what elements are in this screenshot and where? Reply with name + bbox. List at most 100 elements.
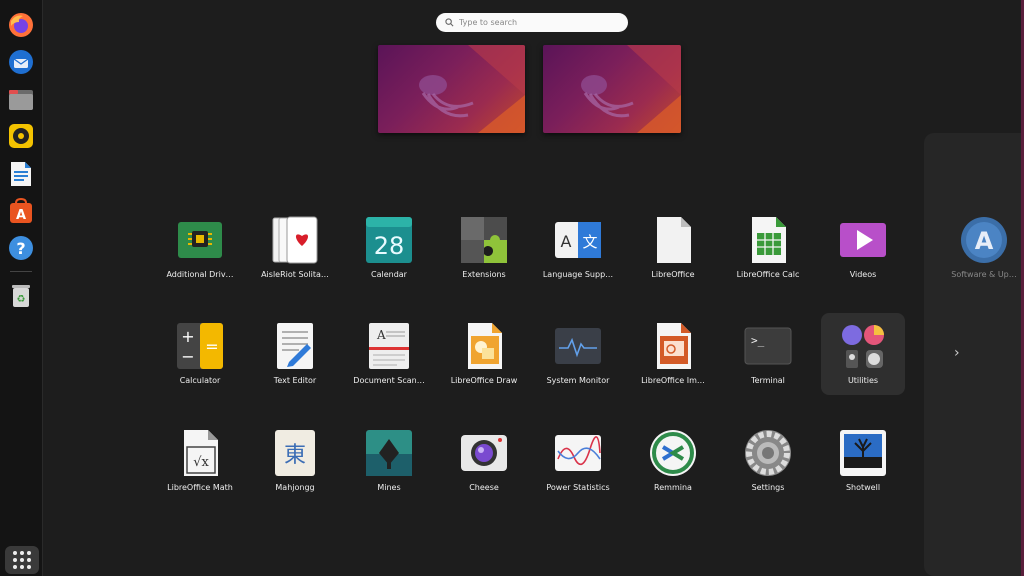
app-label: LibreOffice xyxy=(651,270,695,279)
play-icon xyxy=(839,216,887,264)
dock-separator xyxy=(10,271,32,272)
app-power-statistics[interactable]: Power Statistics xyxy=(536,420,620,502)
scanner-icon: A xyxy=(365,322,413,370)
app-label: Remmina xyxy=(654,483,692,492)
puzzle-icon xyxy=(460,216,508,264)
app-label: Calculator xyxy=(179,376,221,385)
app-label: LibreOffice Math xyxy=(167,483,233,492)
next-page-panel[interactable] xyxy=(924,133,1024,576)
math-icon: √x xyxy=(176,429,224,477)
app-mahjongg[interactable]: 東 Mahjongg xyxy=(253,420,337,502)
chevron-right-icon[interactable]: › xyxy=(954,345,960,361)
app-label: Extensions xyxy=(462,270,506,279)
app-label: Mahjongg xyxy=(275,483,315,492)
system-monitor-icon xyxy=(554,322,602,370)
svg-text:>_: >_ xyxy=(751,334,765,347)
app-label: Language Supp… xyxy=(542,270,614,279)
app-calendar[interactable]: 28 Calendar xyxy=(347,207,431,289)
calendar-icon: 28 xyxy=(365,216,413,264)
app-videos[interactable]: Videos xyxy=(821,207,905,289)
app-label: LibreOffice Calc xyxy=(736,270,800,279)
thunderbird-icon[interactable] xyxy=(7,48,35,76)
app-libreoffice-draw[interactable]: LibreOffice Draw xyxy=(442,313,526,395)
chip-icon xyxy=(176,216,224,264)
mines-icon xyxy=(365,429,413,477)
app-label: Utilities xyxy=(847,376,879,385)
svg-text:A: A xyxy=(561,232,572,251)
svg-text:♻: ♻ xyxy=(17,294,26,305)
language-icon: A 文 xyxy=(554,216,602,264)
gear-icon xyxy=(744,429,792,477)
ubuntu-software-icon[interactable]: A xyxy=(7,197,35,225)
calculator-icon: + − = xyxy=(176,322,224,370)
app-software-updates-next-page[interactable]: A Software & Up… xyxy=(942,207,1024,289)
app-document-scanner[interactable]: A Document Scan… xyxy=(347,313,431,395)
app-libreoffice-calc[interactable]: LibreOffice Calc xyxy=(726,207,810,289)
svg-text:東: 東 xyxy=(284,443,306,468)
app-label: Mines xyxy=(377,483,401,492)
svg-text:−: − xyxy=(181,347,194,366)
search-input[interactable] xyxy=(459,18,609,27)
search-bar[interactable] xyxy=(436,13,628,32)
app-label: Videos xyxy=(849,270,877,279)
impress-icon xyxy=(649,322,697,370)
svg-text:?: ? xyxy=(16,239,25,258)
app-remmina[interactable]: Remmina xyxy=(631,420,715,502)
cards-icon xyxy=(271,216,319,264)
app-aisleriot[interactable]: AisleRiot Solita… xyxy=(253,207,337,289)
shotwell-icon xyxy=(839,429,887,477)
app-text-editor[interactable]: Text Editor xyxy=(253,313,337,395)
app-label: LibreOffice Im… xyxy=(641,376,705,385)
app-libreoffice-math[interactable]: √x LibreOffice Math xyxy=(158,420,242,502)
app-cheese[interactable]: Cheese xyxy=(442,420,526,502)
firefox-icon[interactable] xyxy=(7,11,35,39)
camera-icon xyxy=(460,429,508,477)
spreadsheet-icon xyxy=(744,216,792,264)
software-updates-icon: A xyxy=(960,216,1008,264)
app-label: System Monitor xyxy=(546,376,610,385)
app-terminal[interactable]: >_ Terminal xyxy=(726,313,810,395)
app-calculator[interactable]: + − = Calculator xyxy=(158,313,242,395)
libreoffice-writer-icon[interactable] xyxy=(7,160,35,188)
rhythmbox-icon[interactable] xyxy=(7,122,35,150)
svg-text:√x: √x xyxy=(193,455,209,470)
app-libreoffice[interactable]: LibreOffice xyxy=(631,207,715,289)
search-icon xyxy=(445,18,454,27)
app-mines[interactable]: Mines xyxy=(347,420,431,502)
app-label: Text Editor xyxy=(273,376,317,385)
app-system-monitor[interactable]: System Monitor xyxy=(536,313,620,395)
trash-icon[interactable]: ♻ xyxy=(7,281,35,309)
app-label: Software & Up… xyxy=(951,270,1017,279)
svg-text:=: = xyxy=(205,337,218,356)
svg-text:A: A xyxy=(376,328,386,342)
show-applications-button[interactable] xyxy=(5,546,39,574)
draw-icon xyxy=(460,322,508,370)
app-label: Settings xyxy=(751,483,785,492)
mahjongg-icon: 東 xyxy=(271,429,319,477)
app-libreoffice-impress[interactable]: LibreOffice Im… xyxy=(631,313,715,395)
app-shotwell[interactable]: Shotwell xyxy=(821,420,905,502)
app-additional-drivers[interactable]: Additional Driv… xyxy=(158,207,242,289)
app-label: LibreOffice Draw xyxy=(450,376,518,385)
svg-text:A: A xyxy=(16,208,26,223)
terminal-icon: >_ xyxy=(744,322,792,370)
files-icon[interactable] xyxy=(7,85,35,113)
app-label: Shotwell xyxy=(845,483,881,492)
svg-text:文: 文 xyxy=(582,233,597,251)
app-language-support[interactable]: A 文 Language Supp… xyxy=(536,207,620,289)
folder-utilities[interactable]: Utilities xyxy=(821,313,905,395)
folder-icon xyxy=(839,322,887,370)
power-statistics-icon xyxy=(554,429,602,477)
remmina-icon xyxy=(649,429,697,477)
app-label: Power Statistics xyxy=(546,483,610,492)
grid-icon xyxy=(13,551,31,569)
libreoffice-icon xyxy=(649,216,697,264)
text-editor-icon xyxy=(271,322,319,370)
app-label: Terminal xyxy=(751,376,785,385)
app-settings[interactable]: Settings xyxy=(726,420,810,502)
app-label: Cheese xyxy=(469,483,499,492)
workspace-thumbnail-1[interactable] xyxy=(378,45,525,133)
app-extensions[interactable]: Extensions xyxy=(442,207,526,289)
workspace-thumbnail-2[interactable] xyxy=(543,45,681,133)
help-icon[interactable]: ? xyxy=(7,234,35,262)
